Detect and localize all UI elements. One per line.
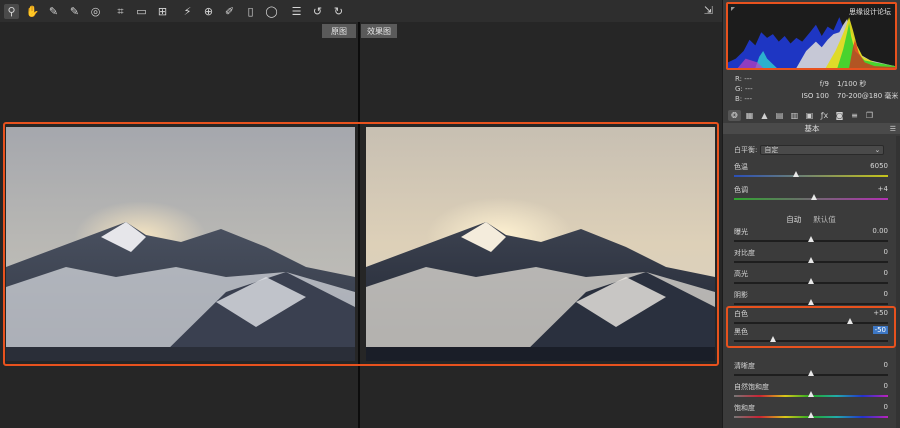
effects-tab-icon[interactable]: ƒx: [818, 110, 831, 121]
slider-row: 自然饱和度 0: [734, 382, 888, 401]
rotate-right-icon[interactable]: ↻: [331, 4, 346, 19]
auto-button[interactable]: 自动: [786, 214, 801, 224]
spot-removal-icon[interactable]: ⚡: [180, 4, 195, 19]
split-toning-tab-icon[interactable]: ▥: [788, 110, 801, 121]
camera-info: f/9 1/100 秒 ISO 100 70-200@180 毫米: [793, 78, 898, 102]
slider-value-input[interactable]: 6050: [870, 162, 888, 170]
b-label: B:: [735, 95, 743, 103]
slider-thumb[interactable]: [811, 194, 818, 200]
auto-default-row: 自动 默认值: [722, 214, 900, 224]
slider-row: 对比度 0: [734, 248, 888, 267]
r-label: R:: [735, 75, 743, 83]
slider-row: 色调 +4: [734, 185, 888, 204]
hand-icon[interactable]: ✋: [25, 4, 40, 19]
before-photo: [6, 127, 355, 361]
iso-value: ISO 100: [801, 92, 829, 100]
slider-value-input[interactable]: 0: [884, 269, 888, 277]
g-value: ---: [745, 85, 753, 93]
crop-icon[interactable]: ⌗: [113, 4, 128, 19]
presets-tab-icon[interactable]: ≡: [848, 110, 861, 121]
white-balance-label: 白平衡:: [734, 145, 758, 154]
transform-icon[interactable]: ⊞: [155, 4, 170, 19]
slider-label: 清晰度: [734, 362, 755, 370]
slider-value-input[interactable]: 0: [884, 403, 888, 411]
white-balance-select[interactable]: 自定 ⌄: [760, 144, 885, 155]
slider-row: 色温 6050: [734, 162, 888, 181]
slider-value-input[interactable]: 0: [884, 290, 888, 298]
zoom-icon[interactable]: ⚲: [4, 3, 19, 19]
b-value: ---: [744, 95, 752, 103]
white-balance-value: 自定: [764, 145, 779, 154]
red-eye-icon[interactable]: ⊕: [201, 4, 216, 19]
slider-label: 色温: [734, 163, 748, 171]
after-label: 效果图: [361, 24, 397, 38]
detail-tab-icon[interactable]: ▲: [758, 110, 771, 121]
slider-thumb[interactable]: [808, 391, 814, 397]
image-info: R: --- G: --- B: --- f/9 1/100 秒 ISO 100 7…: [723, 72, 900, 106]
chevron-down-icon: ⌄: [874, 145, 881, 154]
slider-thumb[interactable]: [808, 299, 814, 305]
eyedropper-icon[interactable]: ✎: [46, 4, 61, 19]
slider-label: 曝光: [734, 228, 748, 236]
snapshots-tab-icon[interactable]: ❐: [863, 110, 876, 121]
r-value: ---: [744, 75, 752, 83]
watermark-text: 思缘设计论坛: [849, 8, 891, 16]
slider-track[interactable]: [734, 175, 888, 177]
slider-row: 曝光 0.00: [734, 227, 888, 246]
shadow-clipping-indicator[interactable]: [731, 7, 735, 11]
g-label: G:: [735, 85, 743, 93]
after-photo: [366, 127, 715, 361]
shutter-value: 1/100 秒: [837, 80, 867, 88]
slider-value-input[interactable]: 0.00: [872, 227, 888, 235]
slider-thumb[interactable]: [808, 278, 814, 284]
white-balance-row: 白平衡: 自定 ⌄: [734, 144, 888, 155]
slider-label: 高光: [734, 270, 748, 278]
before-label: 原图: [322, 24, 356, 38]
basic-section-header: 基本 ☰: [723, 123, 900, 134]
section-menu-icon[interactable]: ☰: [890, 125, 896, 133]
lens-value: 70-200@180 毫米: [837, 92, 899, 100]
toolbar: ⚲ ✋ ✎ ✎ ◎ ⌗ ▭ ⊞ ⚡ ⊕ ✐ ▯ ◯ ☰ ↺ ↻ ⇲: [0, 0, 722, 22]
graduated-filter-icon[interactable]: ▯: [243, 4, 258, 19]
slider-value-input[interactable]: 0: [884, 248, 888, 256]
slider-row: 高光 0: [734, 269, 888, 288]
camera-calibration-tab-icon[interactable]: ◙: [833, 110, 846, 121]
slider-value-input[interactable]: 0: [884, 382, 888, 390]
target-adjust-icon[interactable]: ◎: [88, 4, 103, 19]
section-title: 基本: [804, 124, 820, 133]
slider-value-input[interactable]: +4: [878, 185, 888, 193]
slider-label: 阴影: [734, 291, 748, 299]
tone-curve-tab-icon[interactable]: ▦: [743, 110, 756, 121]
radial-filter-icon[interactable]: ◯: [264, 4, 279, 19]
slider-thumb[interactable]: [792, 171, 799, 177]
histogram: 思缘设计论坛: [726, 2, 897, 70]
slider-row: 饱和度 0: [734, 403, 888, 422]
slider-row: 清晰度 0: [734, 361, 888, 380]
slider-thumb[interactable]: [808, 370, 814, 376]
slider-label: 饱和度: [734, 404, 755, 412]
slider-thumb[interactable]: [808, 257, 814, 263]
straighten-icon[interactable]: ▭: [134, 4, 149, 19]
rgb-readout: R: --- G: --- B: ---: [735, 74, 753, 104]
whites-blacks-highlight-frame: [726, 306, 896, 348]
lens-tab-icon[interactable]: ▣: [803, 110, 816, 121]
panel-scrollbar[interactable]: [896, 136, 900, 428]
hsl-tab-icon[interactable]: ▤: [773, 110, 786, 121]
aperture-value: f/9: [819, 80, 829, 88]
basic-tab-icon[interactable]: ❂: [728, 109, 741, 121]
slider-label: 对比度: [734, 249, 755, 257]
adjustment-brush-icon[interactable]: ✐: [222, 4, 237, 19]
panel-tabs: ❂ ▦ ▲ ▤ ▥ ▣ ƒx ◙ ≡ ❐: [723, 108, 900, 122]
slider-thumb[interactable]: [808, 412, 814, 418]
preferences-icon[interactable]: ☰: [289, 4, 304, 19]
slider-label: 色调: [734, 186, 748, 194]
slider-thumb[interactable]: [808, 236, 814, 242]
rotate-left-icon[interactable]: ↺: [310, 4, 325, 19]
slider-label: 自然饱和度: [734, 383, 769, 391]
slider-value-input[interactable]: 0: [884, 361, 888, 369]
export-icon[interactable]: ⇲: [701, 3, 716, 18]
color-sampler-icon[interactable]: ✎: [67, 4, 82, 19]
default-button[interactable]: 默认值: [813, 214, 836, 224]
